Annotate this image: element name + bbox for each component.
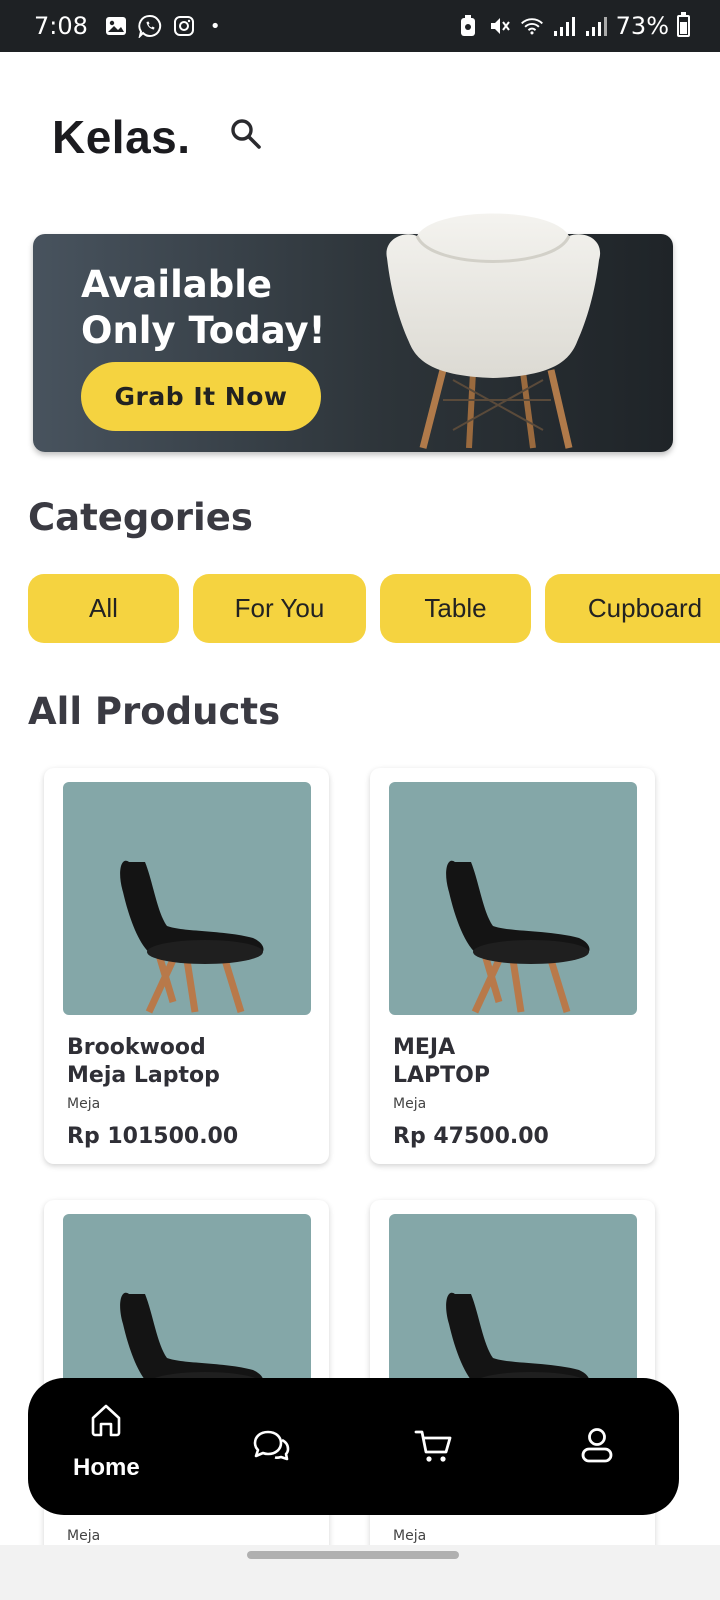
instagram-icon (172, 14, 196, 38)
product-price: Rp 47500.00 (393, 1124, 549, 1149)
product-name-line2: LAPTOP (393, 1063, 491, 1088)
banner-title: Available Only Today! (81, 262, 381, 354)
categories-title: Categories (28, 496, 253, 539)
category-chip-cupboard[interactable]: Cupboard (545, 574, 720, 643)
banner-title-line1: Available (81, 263, 272, 306)
category-chip-all[interactable]: All (28, 574, 179, 643)
nav-cart[interactable] (414, 1428, 454, 1464)
product-name-line1: Brookwood (67, 1035, 206, 1060)
status-bar: 7:08 • 73% (0, 0, 720, 52)
product-price: Rp 101500.00 (67, 1124, 239, 1149)
profile-icon (581, 1428, 613, 1463)
product-category: Meja (393, 1096, 427, 1112)
signal-icon (584, 14, 608, 38)
app-title: Kelas. (52, 111, 191, 163)
nav-profile[interactable] (580, 1426, 614, 1464)
product-name-line1: MEJA (393, 1035, 456, 1060)
banner-title-line2: Only Today! (81, 309, 326, 352)
product-name-line2: Meja Laptop (67, 1063, 220, 1088)
whatsapp-icon (138, 14, 162, 38)
banner-chair-image (373, 200, 613, 452)
product-name: Brookwood Meja Laptop (67, 1034, 307, 1090)
promo-banner: Available Only Today! Grab It Now (33, 213, 673, 452)
category-chips: All For You Table Cupboard (28, 574, 720, 644)
nav-chat[interactable] (252, 1428, 290, 1464)
grab-it-now-button[interactable]: Grab It Now (81, 362, 321, 431)
home-icon (92, 1404, 121, 1437)
product-image (389, 782, 637, 1015)
all-products-title: All Products (28, 690, 281, 733)
search-icon (231, 119, 261, 149)
category-chip-table[interactable]: Table (380, 574, 531, 643)
battery-level (680, 22, 687, 34)
nav-home[interactable]: Home (73, 1402, 140, 1482)
product-image (63, 782, 311, 1015)
signal-icon (552, 14, 576, 38)
bottom-nav: Home (28, 1378, 679, 1515)
search-button[interactable] (226, 114, 266, 154)
battery-percentage: 73% (615, 12, 669, 40)
product-card[interactable]: MEJA LAPTOP Meja Rp 47500.00 (370, 768, 655, 1164)
product-category: Meja (67, 1096, 101, 1112)
mute-icon (488, 14, 512, 38)
wifi-icon (520, 14, 544, 38)
home-gesture-bar[interactable] (247, 1551, 459, 1559)
cart-icon (414, 1430, 452, 1462)
chat-icon (253, 1430, 290, 1461)
product-name: MEJA LAPTOP (393, 1034, 633, 1090)
product-category: Meja (393, 1528, 427, 1544)
nav-home-label: Home (73, 1454, 140, 1481)
battery-saver-icon (456, 14, 480, 38)
category-chip-for-you[interactable]: For You (193, 574, 366, 643)
product-category: Meja (67, 1528, 101, 1544)
gallery-icon (104, 14, 128, 38)
product-card[interactable]: Brookwood Meja Laptop Meja Rp 101500.00 (44, 768, 329, 1164)
status-time: 7:08 (34, 12, 88, 40)
notification-dot: • (209, 15, 221, 37)
battery-icon (677, 12, 690, 37)
